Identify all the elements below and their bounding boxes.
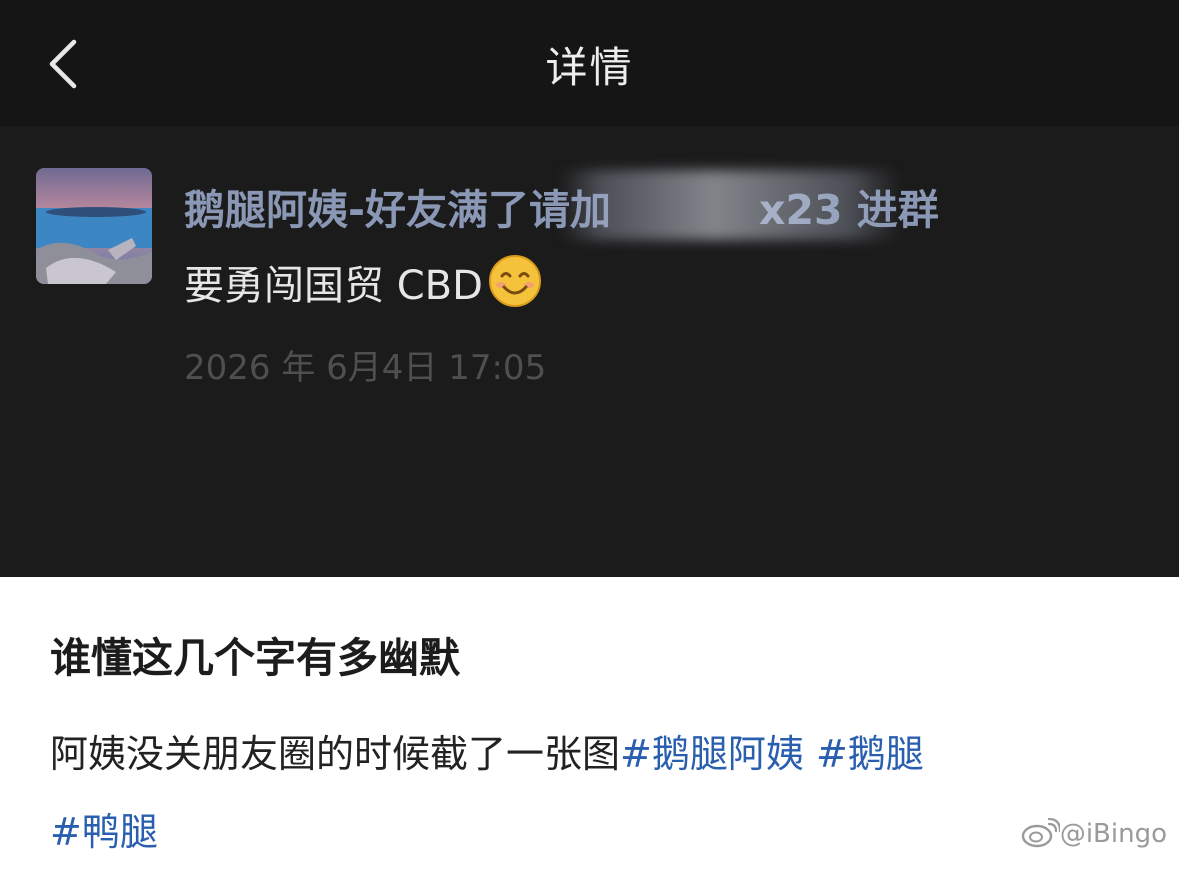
- caption-title: 谁懂这几个字有多幽默: [50, 634, 460, 682]
- nickname-visible: 鹅腿阿姨-好友满了请加: [184, 186, 612, 234]
- screenshot-panel: 详情 鹅腿阿姨-好友满了请加x23 进群: [0, 0, 1179, 577]
- hashtag-link[interactable]: #鸭腿: [50, 810, 158, 854]
- watermark: @iBingo: [1020, 818, 1167, 849]
- caption-body: 阿姨没关朋友圈的时候截了一张图#鹅腿阿姨 #鹅腿 #鸭腿: [50, 715, 1140, 871]
- avatar[interactable]: [36, 168, 152, 284]
- avatar-image: [36, 168, 152, 284]
- watermark-text: @iBingo: [1059, 819, 1167, 849]
- hashtag-link[interactable]: #鹅腿阿姨: [620, 732, 804, 776]
- caption-text: 阿姨没关朋友圈的时候截了一张图: [50, 732, 621, 776]
- smiling-face-icon: [487, 253, 543, 309]
- post-text: 要勇闯国贸 CBD: [184, 263, 483, 309]
- hashtag-link[interactable]: #鹅腿: [816, 732, 924, 776]
- post-timestamp: 2026 年 6月4日 17:05: [184, 348, 547, 388]
- top-nav-bar: 详情: [0, 0, 1179, 126]
- post-content: 要勇闯国贸 CBD: [184, 253, 543, 311]
- weibo-icon: [1020, 818, 1060, 848]
- redaction-blur: [560, 170, 900, 240]
- page-title: 详情: [545, 43, 634, 92]
- moment-post: 鹅腿阿姨-好友满了请加x23 进群 要勇闯国贸 CBD 2026 年 6月4日 …: [0, 126, 1179, 577]
